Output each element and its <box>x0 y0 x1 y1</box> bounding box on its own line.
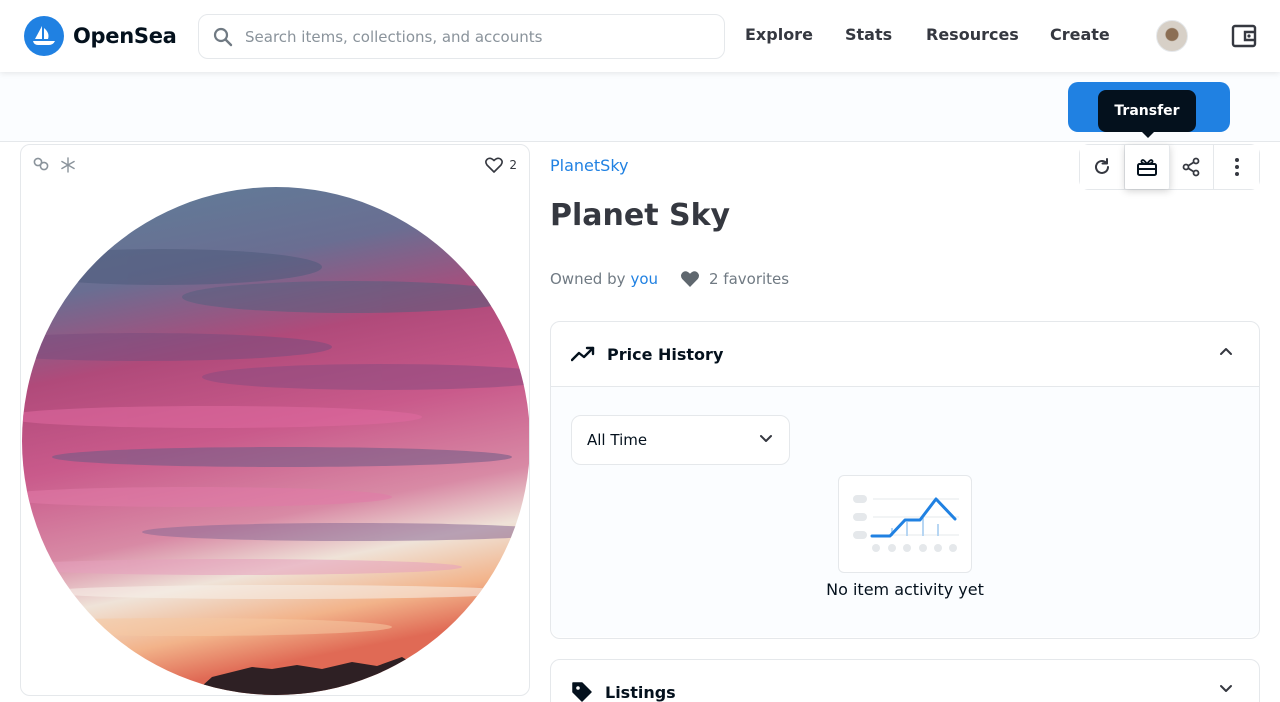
time-range-select[interactable]: All Time <box>571 415 790 465</box>
favorite-toggle[interactable]: 2 <box>485 157 517 173</box>
chevron-up-icon <box>1220 348 1232 355</box>
top-nav-bar: OpenSea Explore Stats Resources Create <box>0 0 1280 72</box>
nav-explore[interactable]: Explore <box>745 25 813 44</box>
nft-sunset-image[interactable] <box>22 187 529 695</box>
nav-stats[interactable]: Stats <box>845 25 892 44</box>
favorites-text: 2 favorites <box>709 270 790 288</box>
collection-link[interactable]: PlanetSky <box>550 156 628 175</box>
owner-link[interactable]: you <box>631 270 659 288</box>
tag-icon <box>572 682 592 702</box>
listings-header[interactable]: Listings <box>551 660 1259 702</box>
chevron-down-icon <box>1220 685 1232 692</box>
listings-panel: Listings <box>550 659 1260 702</box>
transfer-button[interactable] <box>1124 145 1170 189</box>
heart-outline-icon <box>485 157 504 173</box>
heart-filled-icon <box>680 271 700 287</box>
owned-by: Owned by you <box>550 270 658 288</box>
listings-title: Listings <box>605 682 676 702</box>
trending-up-icon <box>571 346 595 362</box>
wallet-icon[interactable] <box>1230 22 1258 54</box>
transfer-tooltip: Transfer <box>1098 90 1196 132</box>
price-history-body: All Time No item activity yet <box>551 386 1259 637</box>
price-history-panel: Price History All Time No item activity … <box>550 321 1260 639</box>
gift-icon <box>1136 159 1157 176</box>
search-bar[interactable] <box>198 14 725 59</box>
logo-text: OpenSea <box>73 24 177 48</box>
item-title: Planet Sky <box>550 198 731 233</box>
tooltip-arrow <box>1141 131 1155 138</box>
search-input[interactable] <box>245 27 685 46</box>
share-button[interactable] <box>1169 145 1215 189</box>
profile-avatar[interactable] <box>1156 20 1188 52</box>
chevron-down-icon <box>760 435 772 442</box>
no-activity-text: No item activity yet <box>826 580 984 599</box>
chain-link-icon <box>33 157 49 171</box>
favorites-stat: 2 favorites <box>680 270 789 288</box>
refresh-icon <box>1094 158 1109 174</box>
refresh-button[interactable] <box>1080 145 1125 189</box>
owned-by-label: Owned by <box>550 270 626 288</box>
opensea-logo[interactable]: OpenSea <box>24 16 177 56</box>
nav-resources[interactable]: Resources <box>926 25 1019 44</box>
price-history-title: Price History <box>607 344 724 364</box>
opensea-ship-icon <box>24 16 64 56</box>
favorite-count: 2 <box>509 158 517 172</box>
more-options-button[interactable] <box>1214 145 1259 189</box>
snowflake-icon <box>61 157 75 173</box>
media-top-icons <box>33 157 76 173</box>
more-vertical-icon <box>1234 158 1239 176</box>
time-range-value: All Time <box>587 431 648 449</box>
nav-create[interactable]: Create <box>1050 25 1110 44</box>
empty-chart-illustration <box>838 475 972 573</box>
price-history-header[interactable]: Price History <box>551 322 1259 386</box>
media-card: 2 <box>20 144 530 696</box>
share-icon <box>1182 157 1200 177</box>
item-action-group <box>1079 144 1260 190</box>
search-icon <box>213 27 233 46</box>
